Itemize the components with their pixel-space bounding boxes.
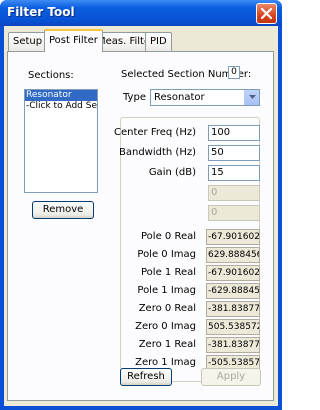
- pole-1-imag-value: -629.8884563076: [206, 283, 260, 299]
- type-label: Type: [123, 92, 146, 103]
- zero-0-real-label: Zero 0 Real: [138, 303, 196, 314]
- window-title: Filter Tool: [7, 5, 75, 19]
- pole-1-real-value: -67.90160234473: [206, 265, 260, 281]
- refresh-button[interactable]: Refresh: [120, 368, 172, 386]
- type-select-value: Resonator: [154, 92, 205, 103]
- param-5-field: 0: [208, 205, 260, 221]
- pole-0-real-value: -67.90160234473: [206, 229, 260, 245]
- dropdown-button[interactable]: [244, 90, 259, 105]
- list-item[interactable]: Resonator: [25, 90, 97, 101]
- tab-setup[interactable]: Setup: [8, 32, 48, 51]
- type-select[interactable]: Resonator: [150, 89, 260, 106]
- pole-1-imag-label: Pole 1 Imag: [137, 285, 196, 296]
- zero-1-real-label: Zero 1 Real: [138, 339, 196, 350]
- pole-0-imag-label: Pole 0 Imag: [137, 249, 196, 260]
- bandwidth-field[interactable]: 50: [208, 145, 260, 161]
- sections-list[interactable]: Resonator -Click to Add Section-: [24, 89, 98, 193]
- tab-pid[interactable]: PID: [145, 32, 172, 51]
- pole-0-real-label: Pole 0 Real: [141, 231, 196, 242]
- close-icon: [261, 8, 272, 19]
- zero-0-real-value: -381.8387704508: [206, 301, 260, 317]
- filter-tool-window: Filter Tool Setup Post Filter Meas. Filt…: [0, 0, 282, 410]
- remove-button[interactable]: Remove: [32, 201, 94, 219]
- dialog-client-area: Setup Post Filter Meas. Filter PID Secti…: [4, 26, 278, 406]
- list-item[interactable]: -Click to Add Section-: [25, 101, 97, 112]
- center-freq-field[interactable]: 100: [208, 125, 260, 141]
- sections-label: Sections:: [28, 70, 74, 81]
- pole-0-imag-value: 629.88845630768: [206, 247, 260, 263]
- zero-0-imag-value: 505.53857258496: [206, 319, 260, 335]
- gain-field[interactable]: 15: [208, 165, 260, 181]
- param-4-field: 0: [208, 185, 260, 201]
- pole-1-real-label: Pole 1 Real: [141, 267, 196, 278]
- close-button[interactable]: [256, 3, 277, 24]
- apply-button: Apply: [201, 368, 261, 386]
- zero-1-real-value: -381.8387704508: [206, 337, 260, 353]
- zero-0-imag-label: Zero 0 Imag: [135, 321, 196, 332]
- bandwidth-label: Bandwidth (Hz): [119, 147, 196, 158]
- tab-post-filter[interactable]: Post Filter: [44, 29, 103, 52]
- center-freq-label: Center Freq (Hz): [113, 127, 196, 138]
- title-bar[interactable]: Filter Tool: [0, 0, 282, 26]
- gain-label: Gain (dB): [148, 167, 196, 178]
- chevron-down-icon: [249, 95, 256, 99]
- selected-section-number: 0: [228, 66, 240, 79]
- zero-1-imag-label: Zero 1 Imag: [135, 357, 196, 368]
